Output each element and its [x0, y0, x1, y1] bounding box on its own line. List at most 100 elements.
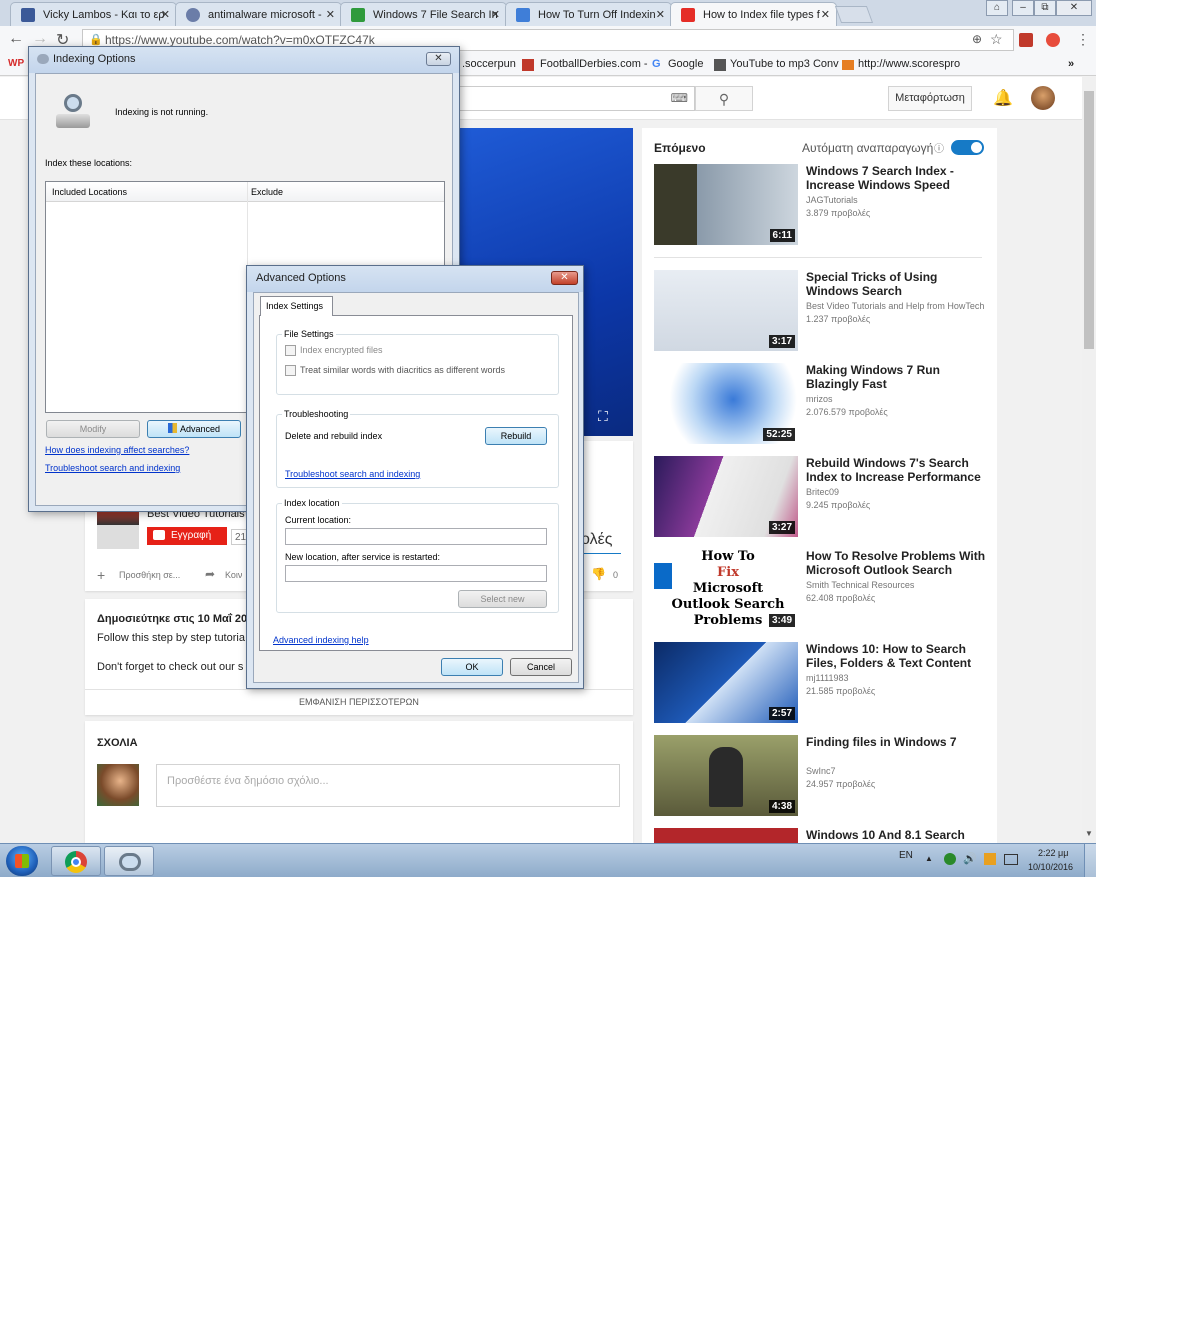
- video-item[interactable]: Windows 10 And 8.1 Search: [654, 828, 994, 843]
- video-item[interactable]: 2:57 Windows 10: How to Search Files, Fo…: [654, 642, 994, 724]
- cancel-button[interactable]: Cancel: [510, 658, 572, 676]
- back-icon[interactable]: ←: [8, 30, 24, 48]
- bookmark-wp[interactable]: WP: [8, 58, 24, 69]
- video-title[interactable]: How To Resolve Problems With Microsoft O…: [806, 549, 991, 577]
- video-item[interactable]: How To Fix Microsoft Outlook Search Prob…: [654, 549, 994, 631]
- video-thumbnail[interactable]: 4:38: [654, 735, 798, 816]
- subscribe-button[interactable]: Εγγραφή: [147, 527, 227, 545]
- video-title[interactable]: Windows 7 Search Index - Increase Window…: [806, 164, 991, 192]
- diacritics-checkbox[interactable]: [285, 365, 296, 376]
- taskbar-chrome[interactable]: [51, 846, 101, 876]
- bookmark-star-icon[interactable]: ☆: [990, 31, 1003, 48]
- video-item[interactable]: 52:25 Making Windows 7 Run Blazingly Fas…: [654, 363, 994, 445]
- user-profile-button[interactable]: ⌂: [986, 0, 1008, 16]
- youtube-search-button[interactable]: ⚲: [695, 86, 753, 111]
- dislike-icon[interactable]: 👎: [591, 567, 606, 581]
- video-item[interactable]: 3:27 Rebuild Windows 7's Search Index to…: [654, 456, 994, 538]
- bookmark-footballderbies[interactable]: FootballDerbies.com -: [540, 58, 648, 70]
- translate-icon[interactable]: ⊕: [972, 32, 982, 46]
- bookmark-soccerpun[interactable]: .soccerpun: [462, 58, 516, 70]
- video-item[interactable]: 6:11 Windows 7 Search Index - Increase W…: [654, 164, 994, 246]
- close-button[interactable]: ✕: [551, 271, 578, 285]
- close-tab-icon[interactable]: ✕: [821, 8, 830, 21]
- restore-button[interactable]: ⧉: [1034, 0, 1056, 16]
- taskbar-indexing-options[interactable]: [104, 846, 154, 876]
- advanced-indexing-help-link[interactable]: Advanced indexing help: [273, 635, 369, 645]
- more-bookmarks-chevron[interactable]: »: [1068, 58, 1074, 70]
- index-encrypted-checkbox[interactable]: [285, 345, 296, 356]
- extension-icon[interactable]: [1019, 33, 1033, 47]
- bookmark-youtube-mp3[interactable]: YouTube to mp3 Conv: [730, 58, 839, 70]
- video-title[interactable]: Windows 10 And 8.1 Search: [806, 828, 991, 842]
- share-label[interactable]: Κοιν: [225, 570, 242, 580]
- advanced-button[interactable]: Advanced: [147, 420, 241, 438]
- rebuild-button[interactable]: Rebuild: [485, 427, 547, 445]
- upload-button[interactable]: Μεταφόρτωση: [888, 86, 972, 111]
- show-more-button[interactable]: ΕΜΦΑΝΙΣΗ ΠΕΡΙΣΣΟΤΕΡΩΝ: [299, 697, 419, 707]
- notifications-bell-icon[interactable]: 🔔: [993, 88, 1013, 108]
- troubleshoot-link[interactable]: Troubleshoot search and indexing: [285, 469, 420, 479]
- close-button[interactable]: ✕: [426, 52, 451, 66]
- column-exclude[interactable]: Exclude: [251, 187, 283, 197]
- select-new-button[interactable]: Select new: [458, 590, 547, 608]
- page-scrollbar[interactable]: ▼: [1082, 77, 1096, 843]
- close-tab-icon[interactable]: ✕: [326, 8, 335, 21]
- autoplay-toggle[interactable]: [951, 140, 984, 155]
- ok-button[interactable]: OK: [441, 658, 503, 676]
- show-desktop-button[interactable]: [1084, 844, 1096, 877]
- menu-icon[interactable]: ⋮: [1076, 31, 1090, 48]
- video-thumbnail[interactable]: How To Fix Microsoft Outlook Search Prob…: [654, 549, 798, 630]
- video-thumbnail[interactable]: 3:17: [654, 270, 798, 351]
- modify-button[interactable]: Modify: [46, 420, 140, 438]
- close-tab-icon[interactable]: ✕: [161, 8, 170, 21]
- channel-avatar[interactable]: [97, 509, 139, 549]
- extension-icon[interactable]: [1046, 33, 1060, 47]
- video-title[interactable]: Finding files in Windows 7: [806, 735, 991, 749]
- how-does-indexing-link[interactable]: How does indexing affect searches?: [45, 445, 189, 455]
- advanced-options-titlebar[interactable]: Advanced Options ✕: [247, 266, 583, 292]
- fullscreen-icon[interactable]: ⛶: [598, 408, 608, 425]
- tab-antimalware[interactable]: antimalware microsoft - ✕: [175, 2, 342, 26]
- diacritics-label[interactable]: Treat similar words with diacritics as d…: [300, 365, 505, 375]
- video-thumbnail[interactable]: 2:57: [654, 642, 798, 723]
- start-button[interactable]: [6, 846, 38, 876]
- scrollbar-thumb[interactable]: [1084, 91, 1094, 349]
- add-to-icon[interactable]: +: [97, 567, 105, 583]
- youtube-search-input[interactable]: ⌨: [455, 86, 695, 111]
- add-to-label[interactable]: Προσθήκη σε...: [119, 570, 180, 580]
- close-tab-icon[interactable]: ✕: [491, 8, 500, 21]
- account-avatar[interactable]: [1031, 86, 1055, 110]
- bookmark-google[interactable]: Google: [668, 58, 703, 70]
- close-tab-icon[interactable]: ✕: [656, 8, 665, 21]
- video-thumbnail[interactable]: 6:11: [654, 164, 798, 245]
- video-item[interactable]: 3:17 Special Tricks of Using Windows Sea…: [654, 270, 994, 352]
- video-item[interactable]: 4:38 Finding files in Windows 7 SwInc7 2…: [654, 735, 994, 817]
- video-title[interactable]: Making Windows 7 Run Blazingly Fast: [806, 363, 991, 391]
- minimize-button[interactable]: –: [1012, 0, 1034, 16]
- clock-date[interactable]: 10/10/2016: [1028, 862, 1073, 872]
- tab-windows7-file-search[interactable]: Windows 7 File Search In ✕: [340, 2, 507, 26]
- close-window-button[interactable]: ✕: [1056, 0, 1092, 16]
- video-thumbnail[interactable]: 3:27: [654, 456, 798, 537]
- tab-turn-off-indexing[interactable]: How To Turn Off Indexin ✕: [505, 2, 672, 26]
- clock-time[interactable]: 2:22 μμ: [1038, 848, 1068, 858]
- comment-input[interactable]: Προσθέστε ένα δημόσιο σχόλιο...: [156, 764, 620, 807]
- network-icon[interactable]: [1004, 854, 1018, 865]
- volume-icon[interactable]: 🔊: [963, 852, 977, 865]
- tab-facebook[interactable]: Vicky Lambos - Και το ερ ✕: [10, 2, 177, 26]
- share-icon[interactable]: ➦: [205, 567, 215, 581]
- new-tab-button[interactable]: [834, 6, 874, 23]
- bookmark-scorespro[interactable]: http://www.scorespro: [858, 58, 960, 70]
- video-title[interactable]: Windows 10: How to Search Files, Folders…: [806, 642, 991, 670]
- index-encrypted-label[interactable]: Index encrypted files: [300, 345, 383, 355]
- scroll-down-icon[interactable]: ▼: [1085, 829, 1093, 838]
- column-included-locations[interactable]: Included Locations: [52, 187, 127, 197]
- alert-tray-icon[interactable]: [984, 853, 996, 865]
- video-thumbnail[interactable]: [654, 828, 798, 843]
- video-title[interactable]: Rebuild Windows 7's Search Index to Incr…: [806, 456, 991, 484]
- info-icon[interactable]: ⓘ: [934, 140, 944, 155]
- troubleshoot-link[interactable]: Troubleshoot search and indexing: [45, 463, 180, 473]
- show-hidden-icons[interactable]: ▲: [925, 854, 933, 863]
- language-indicator[interactable]: EN: [899, 850, 913, 861]
- video-title[interactable]: Special Tricks of Using Windows Search: [806, 270, 991, 298]
